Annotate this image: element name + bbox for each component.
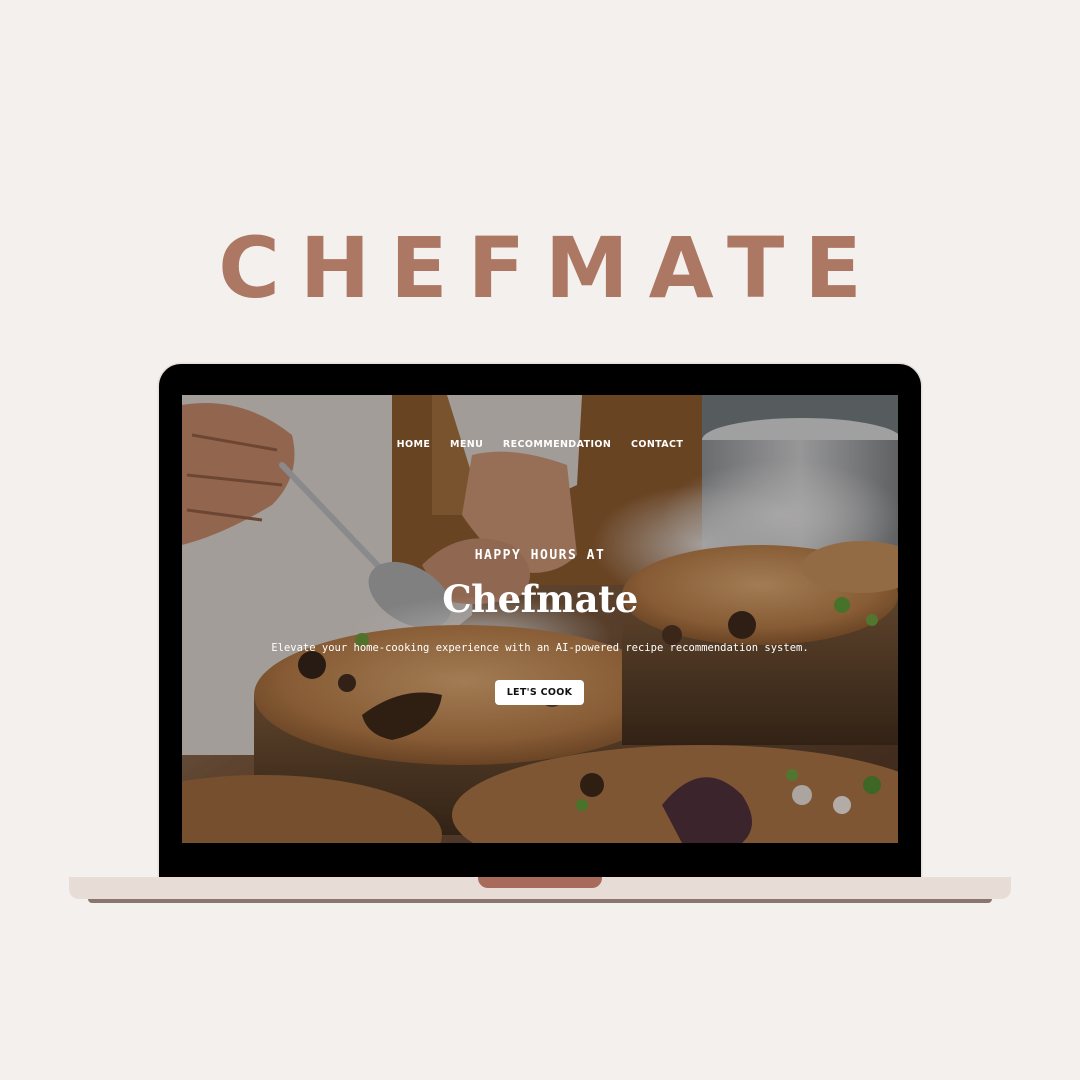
- laptop-screen: HOME MENU RECOMMENDATION CONTACT HAPPY H…: [182, 395, 898, 843]
- nav-link-home[interactable]: HOME: [397, 439, 431, 450]
- brand-title: CHEFMATE: [218, 219, 882, 317]
- nav-link-contact[interactable]: CONTACT: [631, 439, 683, 450]
- site-nav: HOME MENU RECOMMENDATION CONTACT: [182, 439, 898, 450]
- hero-subtitle: Elevate your home-cooking experience wit…: [271, 642, 809, 654]
- laptop-base-shadow: [88, 899, 992, 903]
- nav-link-recommendation[interactable]: RECOMMENDATION: [503, 439, 611, 450]
- hero-eyebrow: HAPPY HOURS AT: [474, 548, 606, 563]
- hero-title: Chefmate: [442, 577, 638, 621]
- laptop-notch: [478, 877, 602, 888]
- lets-cook-button[interactable]: LET'S COOK: [495, 680, 584, 705]
- nav-link-menu[interactable]: MENU: [450, 439, 483, 450]
